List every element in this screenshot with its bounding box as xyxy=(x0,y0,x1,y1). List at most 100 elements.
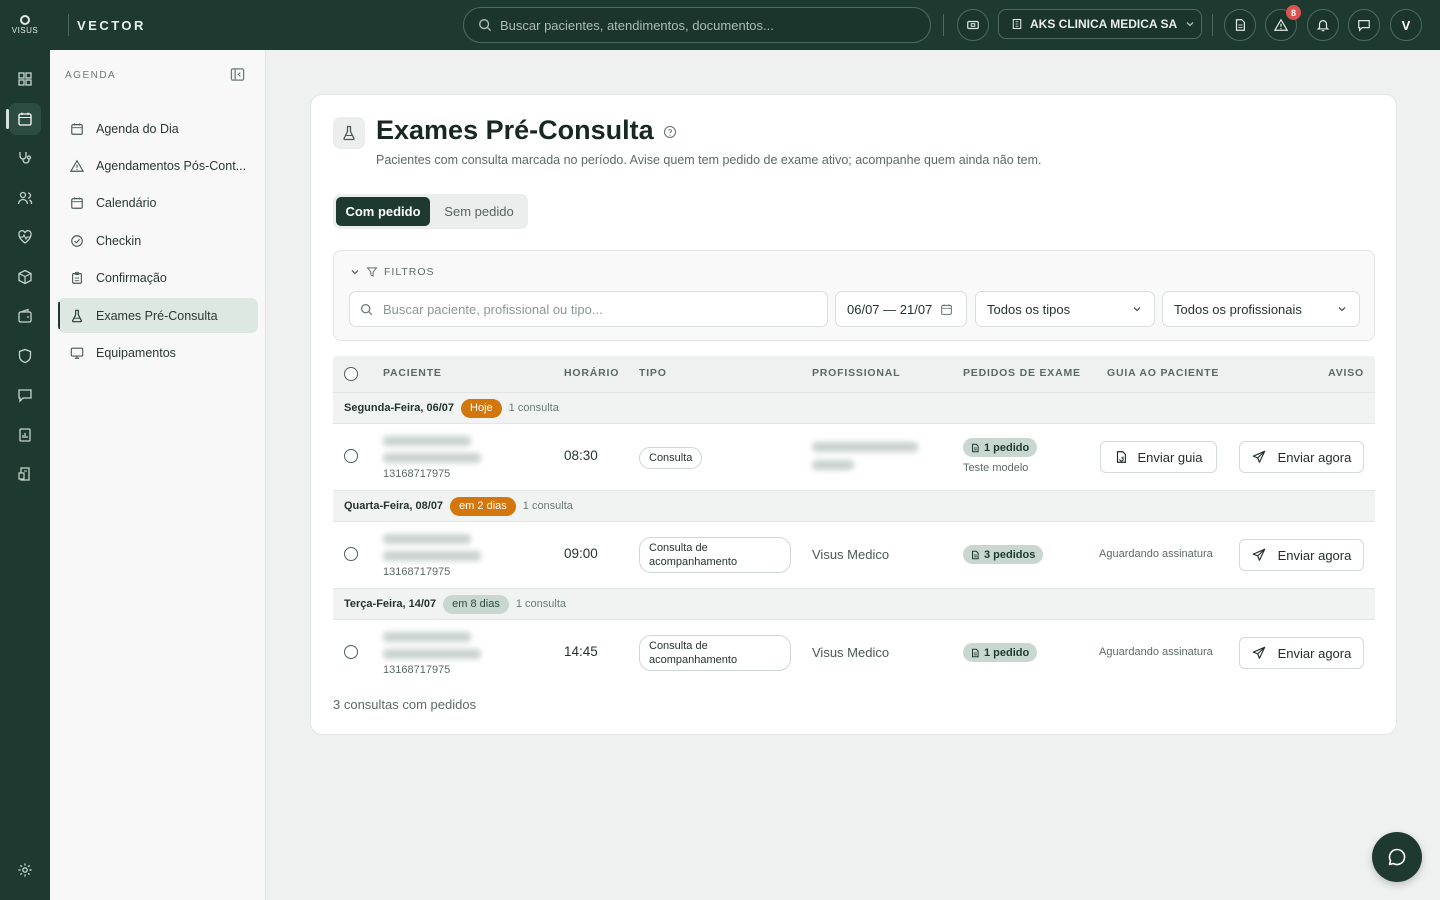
alerts-button[interactable]: 8 xyxy=(1265,5,1301,41)
patient-name-redacted xyxy=(383,649,481,659)
tab-com-pedido[interactable]: Com pedido xyxy=(336,197,430,226)
monitor-icon xyxy=(70,347,84,359)
exam-orders-badge[interactable]: 1 pedido xyxy=(963,643,1038,662)
row-checkbox[interactable] xyxy=(344,449,358,463)
documents-button[interactable] xyxy=(1224,9,1256,41)
chat-icon xyxy=(1358,20,1370,32)
rail-inventory[interactable] xyxy=(9,261,41,293)
column-header-aviso: AVISO xyxy=(1328,367,1364,379)
sidebar-item-label: Agenda do Dia xyxy=(96,121,179,136)
send-guide-button[interactable]: Enviar guia xyxy=(1100,441,1217,473)
rail-reports[interactable] xyxy=(9,419,41,451)
table-row[interactable]: 13168717975 08:30 Consulta 1 pedido Test… xyxy=(333,424,1375,490)
rail-billing[interactable] xyxy=(9,458,41,490)
relative-day-badge: em 8 dias xyxy=(443,594,509,614)
sidebar-collapse-icon xyxy=(230,68,245,81)
sidebar-item-equipamentos[interactable]: Equipamentos xyxy=(58,335,258,370)
rail-dashboard[interactable] xyxy=(9,63,41,95)
wallet-icon xyxy=(18,308,32,323)
subnav-heading: AGENDA xyxy=(65,70,117,81)
rail-patients[interactable] xyxy=(9,182,41,214)
bell-icon xyxy=(1316,20,1330,32)
heart-pulse-icon xyxy=(18,230,32,244)
sidebar-item-agendamentos-pos-consulta[interactable]: Agendamentos Pós-Cont... xyxy=(58,148,258,183)
tipo-select[interactable]: Todos os tipos xyxy=(975,291,1155,327)
flask-icon xyxy=(333,117,365,149)
column-header-paciente[interactable]: PACIENTE xyxy=(383,367,442,379)
select-all-checkbox[interactable] xyxy=(344,367,358,381)
row-checkbox[interactable] xyxy=(344,547,358,561)
exam-orders-count: 3 pedidos xyxy=(984,548,1036,561)
notifications-button[interactable] xyxy=(1307,9,1339,41)
patient-name-redacted xyxy=(383,551,481,561)
column-header-horario[interactable]: HORÁRIO xyxy=(564,367,619,379)
chat-support-button[interactable] xyxy=(1372,832,1422,882)
exam-orders-badge[interactable]: 3 pedidos xyxy=(963,545,1044,564)
professional-name: Visus Medico xyxy=(812,645,890,660)
logo-text: VISUS xyxy=(11,26,39,35)
tab-sem-pedido[interactable]: Sem pedido xyxy=(433,197,525,226)
date-range-picker[interactable]: 06/07 — 21/07 xyxy=(835,291,967,327)
patient-id: 13168717975 xyxy=(383,566,451,578)
professional-name: Visus Medico xyxy=(812,547,890,562)
rail-settings[interactable] xyxy=(9,854,41,886)
group-date: Quarta-Feira, 08/07 xyxy=(344,500,444,512)
search-icon xyxy=(479,19,492,32)
professional-name-redacted xyxy=(812,460,854,470)
clinic-selector[interactable]: AKS CLINICA MEDICA SA xyxy=(998,9,1202,39)
sidebar-item-checkin[interactable]: Checkin xyxy=(58,223,258,258)
calendar-icon xyxy=(71,196,83,209)
sidebar-item-exames-pre-consulta[interactable]: Exames Pré-Consulta xyxy=(58,298,258,333)
table-row[interactable]: 13168717975 09:00 Consulta de acompanham… xyxy=(333,522,1375,588)
sidebar-item-label: Exames Pré-Consulta xyxy=(96,308,218,323)
table-row[interactable]: 13168717975 14:45 Consulta de acompanham… xyxy=(333,620,1375,686)
sidebar-item-label: Checkin xyxy=(96,233,142,248)
sidebar-item-confirmacao[interactable]: Confirmação xyxy=(58,260,258,295)
send-now-button[interactable]: Enviar agora xyxy=(1239,441,1364,473)
rail-messages[interactable] xyxy=(9,379,41,411)
calendar-icon xyxy=(941,303,953,315)
appointments-table: PACIENTE HORÁRIO TIPO PROFISSIONAL PEDID… xyxy=(333,356,1375,686)
send-now-button[interactable]: Enviar agora xyxy=(1239,637,1364,669)
sidebar-item-calendario[interactable]: Calendário xyxy=(58,185,258,220)
patient-id: 13168717975 xyxy=(383,664,451,676)
group-date: Segunda-Feira, 06/07 xyxy=(344,402,455,414)
send-now-button[interactable]: Enviar agora xyxy=(1239,539,1364,571)
stethoscope-icon xyxy=(19,152,32,164)
appointment-type-tag: Consulta xyxy=(639,447,703,469)
chat-icon xyxy=(18,389,32,403)
group-date: Terça-Feira, 14/07 xyxy=(344,598,437,610)
chevron-down-icon xyxy=(1133,307,1141,312)
send-now-label: Enviar agora xyxy=(1277,645,1352,661)
row-checkbox[interactable] xyxy=(344,645,358,659)
date-group-header: Quarta-Feira, 08/07 em 2 dias 1 consulta xyxy=(333,490,1375,522)
rail-agenda[interactable] xyxy=(6,103,41,135)
rail-finance[interactable] xyxy=(9,300,41,332)
date-group-header: Segunda-Feira, 06/07 Hoje 1 consulta xyxy=(333,392,1375,424)
messages-button[interactable] xyxy=(1348,9,1380,41)
global-search-input[interactable]: Buscar pacientes, atendimentos, document… xyxy=(463,7,931,43)
rail-clinical[interactable] xyxy=(9,142,41,174)
collapse-sidebar-button[interactable] xyxy=(230,67,245,87)
date-range-value: 06/07 — 21/07 xyxy=(847,301,933,317)
sidebar-item-agenda-do-dia[interactable]: Agenda do Dia xyxy=(58,111,258,146)
rail-health[interactable] xyxy=(9,221,41,253)
user-avatar[interactable]: V xyxy=(1390,9,1422,41)
profissional-select[interactable]: Todos os profissionais xyxy=(1162,291,1360,327)
column-header-tipo[interactable]: TIPO xyxy=(639,367,667,379)
users-icon xyxy=(17,191,33,205)
column-header-profissional[interactable]: PROFISSIONAL xyxy=(812,367,900,379)
sidebar-item-label: Confirmação xyxy=(96,270,167,285)
send-icon xyxy=(1252,646,1265,659)
visus-logo[interactable]: VISUS xyxy=(0,0,50,50)
appointment-time: 09:00 xyxy=(564,546,598,561)
ticket-button[interactable] xyxy=(957,9,989,41)
patient-name-redacted xyxy=(383,436,471,446)
patient-search-input[interactable]: Buscar paciente, profissional ou tipo... xyxy=(349,291,828,327)
rail-security[interactable] xyxy=(9,340,41,372)
exam-order-model: Teste modelo xyxy=(963,462,1029,474)
help-icon[interactable] xyxy=(663,125,677,144)
filters-toggle[interactable]: FILTROS xyxy=(350,266,435,278)
exam-orders-badge[interactable]: 1 pedido xyxy=(963,438,1038,457)
invoice-icon xyxy=(18,467,30,481)
